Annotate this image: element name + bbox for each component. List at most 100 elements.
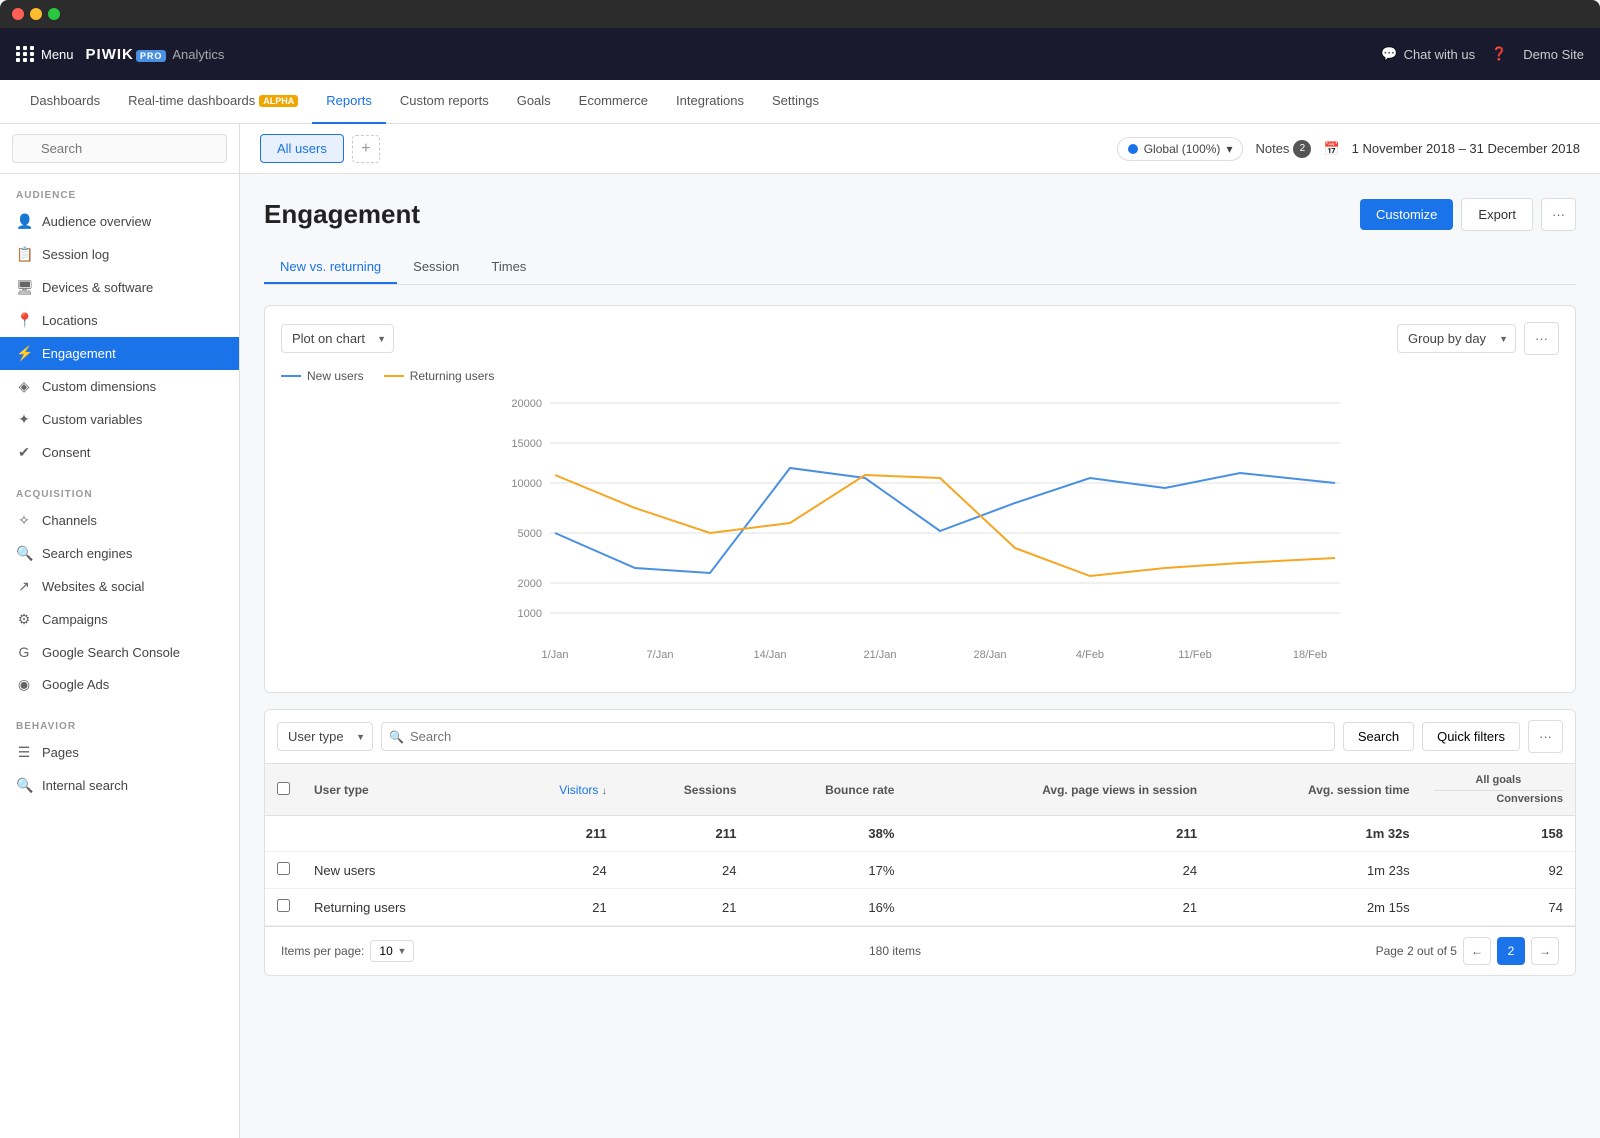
row-checkbox[interactable]	[277, 899, 290, 912]
sidebar-item-audience-overview[interactable]: 👤 Audience overview	[0, 205, 239, 238]
sidebar-item-internal-search[interactable]: 🔍 Internal search	[0, 769, 239, 802]
sidebar-item-pages[interactable]: ☰ Pages	[0, 736, 239, 769]
row-sessions: 21	[619, 889, 749, 926]
all-users-label: All users	[277, 141, 327, 156]
legend-returning-users: Returning users	[384, 369, 495, 383]
next-page-button[interactable]: →	[1531, 937, 1559, 965]
chart-more-button[interactable]: ···	[1524, 322, 1559, 355]
window-chrome	[0, 0, 1600, 28]
global-filter-button[interactable]: Global (100%) ▾	[1117, 137, 1244, 161]
sidebar-search-input[interactable]	[12, 134, 227, 163]
custom-variables-icon: ✦	[16, 411, 32, 428]
nav-item-goals[interactable]: Goals	[503, 80, 565, 124]
window-maximize-btn[interactable]	[48, 8, 60, 20]
current-page-button[interactable]: 2	[1497, 937, 1525, 965]
sidebar-item-devices[interactable]: 🖥 Devices & software	[0, 271, 239, 304]
plot-on-chart-wrap: Plot on chart	[281, 324, 394, 353]
sidebar-item-google-search-console[interactable]: G Google Search Console	[0, 636, 239, 668]
customize-button[interactable]: Customize	[1360, 199, 1453, 230]
sidebar-section-acquisition: ACQUISITION ✧ Channels 🔍 Search engines …	[0, 473, 239, 705]
report-more-button[interactable]: ···	[1541, 198, 1576, 231]
select-all-checkbox[interactable]	[277, 782, 290, 795]
custom-dimensions-icon: ◈	[16, 378, 32, 395]
sidebar-item-label: Channels	[42, 513, 97, 528]
items-per-page: Items per page: 10 25 50	[281, 940, 414, 962]
date-range-button[interactable]: 1 November 2018 – 31 December 2018	[1352, 141, 1580, 156]
sidebar-section-behavior: BEHAVIOR ☰ Pages 🔍 Internal search	[0, 705, 239, 806]
prev-page-button[interactable]: ←	[1463, 937, 1491, 965]
all-users-tab[interactable]: All users	[260, 134, 344, 163]
add-segment-button[interactable]: +	[352, 135, 380, 163]
sidebar-item-google-ads[interactable]: ◉ Google Ads	[0, 668, 239, 701]
sidebar-section-audience: AUDIENCE 👤 Audience overview 📋 Session l…	[0, 174, 239, 473]
demo-site-label[interactable]: Demo Site	[1523, 47, 1584, 62]
table-search-button[interactable]: Search	[1343, 722, 1414, 751]
row-avg-page-views: 24	[906, 852, 1209, 889]
table-search-icon: 🔍	[389, 730, 404, 744]
devices-icon: 🖥	[16, 279, 32, 296]
table-search-input[interactable]	[381, 722, 1335, 751]
menu-button[interactable]: Menu	[16, 46, 74, 62]
nav-item-reports[interactable]: Reports	[312, 80, 386, 124]
sidebar-item-label: Session log	[42, 247, 109, 262]
consent-icon: ✔	[16, 444, 32, 461]
nav-item-integrations[interactable]: Integrations	[662, 80, 758, 124]
sidebar-item-label: Engagement	[42, 346, 116, 361]
acquisition-section-label: ACQUISITION	[0, 485, 239, 504]
nav-item-realtime[interactable]: Real-time dashboardsALPHA	[114, 80, 312, 124]
sidebar-item-locations[interactable]: 📍 Locations	[0, 304, 239, 337]
sidebar-item-session-log[interactable]: 📋 Session log	[0, 238, 239, 271]
svg-text:14/Jan: 14/Jan	[753, 649, 786, 661]
plot-on-chart-select[interactable]: Plot on chart	[281, 324, 394, 353]
sidebar-item-custom-dimensions[interactable]: ◈ Custom dimensions	[0, 370, 239, 403]
help-icon[interactable]: ❓	[1491, 46, 1507, 62]
quick-filters-button[interactable]: Quick filters	[1422, 722, 1520, 751]
search-engines-icon: 🔍	[16, 545, 32, 562]
sidebar-item-channels[interactable]: ✧ Channels	[0, 504, 239, 537]
sidebar-item-search-engines[interactable]: 🔍 Search engines	[0, 537, 239, 570]
top-bar: Menu PIWIKPRO Analytics 💬 Chat with us ❓…	[0, 28, 1600, 80]
logo-text: PIWIKPRO	[86, 46, 167, 63]
items-per-page-select[interactable]: 10 25 50	[370, 940, 414, 962]
tab-times[interactable]: Times	[475, 251, 542, 284]
nav-item-dashboards[interactable]: Dashboards	[16, 80, 114, 124]
window-minimize-btn[interactable]	[30, 8, 42, 20]
col-visitors-header[interactable]: Visitors ↓	[498, 764, 619, 816]
sidebar-item-custom-variables[interactable]: ✦ Custom variables	[0, 403, 239, 436]
date-range-label: 1 November 2018 – 31 December 2018	[1352, 141, 1580, 156]
menu-icon	[16, 46, 35, 62]
channels-icon: ✧	[16, 512, 32, 529]
export-button[interactable]: Export	[1461, 198, 1533, 231]
group-by-select[interactable]: Group by day	[1397, 324, 1516, 353]
chart-svg-wrap: 20000 15000 10000 5000 2000 1000	[281, 393, 1559, 676]
table-more-button[interactable]: ···	[1528, 720, 1563, 753]
legend-line-blue	[281, 375, 301, 377]
col-checkbox	[265, 764, 302, 816]
nav-item-ecommerce[interactable]: Ecommerce	[565, 80, 662, 124]
notes-button[interactable]: Notes 2	[1255, 140, 1311, 158]
chat-button[interactable]: 💬 Chat with us	[1381, 46, 1475, 62]
report-title: Engagement	[264, 199, 420, 230]
main-layout: 🔍 AUDIENCE 👤 Audience overview 📋 Session…	[0, 124, 1600, 1138]
sidebar-item-consent[interactable]: ✔ Consent	[0, 436, 239, 469]
internal-search-icon: 🔍	[16, 777, 32, 794]
row-checkbox-cell	[265, 889, 302, 926]
chart-controls: Plot on chart Group by day ···	[281, 322, 1559, 355]
window-close-btn[interactable]	[12, 8, 24, 20]
row-avg-session-time: 1m 23s	[1209, 852, 1421, 889]
svg-text:2000: 2000	[518, 578, 542, 590]
user-type-filter-select[interactable]: User type	[277, 722, 373, 751]
sidebar-item-websites-social[interactable]: ↗ Websites & social	[0, 570, 239, 603]
row-checkbox[interactable]	[277, 862, 290, 875]
tab-session[interactable]: Session	[397, 251, 475, 284]
nav-item-settings[interactable]: Settings	[758, 80, 833, 124]
pagination: Page 2 out of 5 ← 2 →	[1376, 937, 1559, 965]
sidebar-item-engagement[interactable]: ⚡ Engagement	[0, 337, 239, 370]
behavior-section-label: BEHAVIOR	[0, 717, 239, 736]
sidebar-item-label: Locations	[42, 313, 98, 328]
nav-item-custom-reports[interactable]: Custom reports	[386, 80, 503, 124]
sidebar-item-campaigns[interactable]: ⚙ Campaigns	[0, 603, 239, 636]
session-log-icon: 📋	[16, 246, 32, 263]
segment-bar-right: Global (100%) ▾ Notes 2 📅 1 November 201…	[1117, 137, 1580, 161]
tab-new-vs-returning[interactable]: New vs. returning	[264, 251, 397, 284]
